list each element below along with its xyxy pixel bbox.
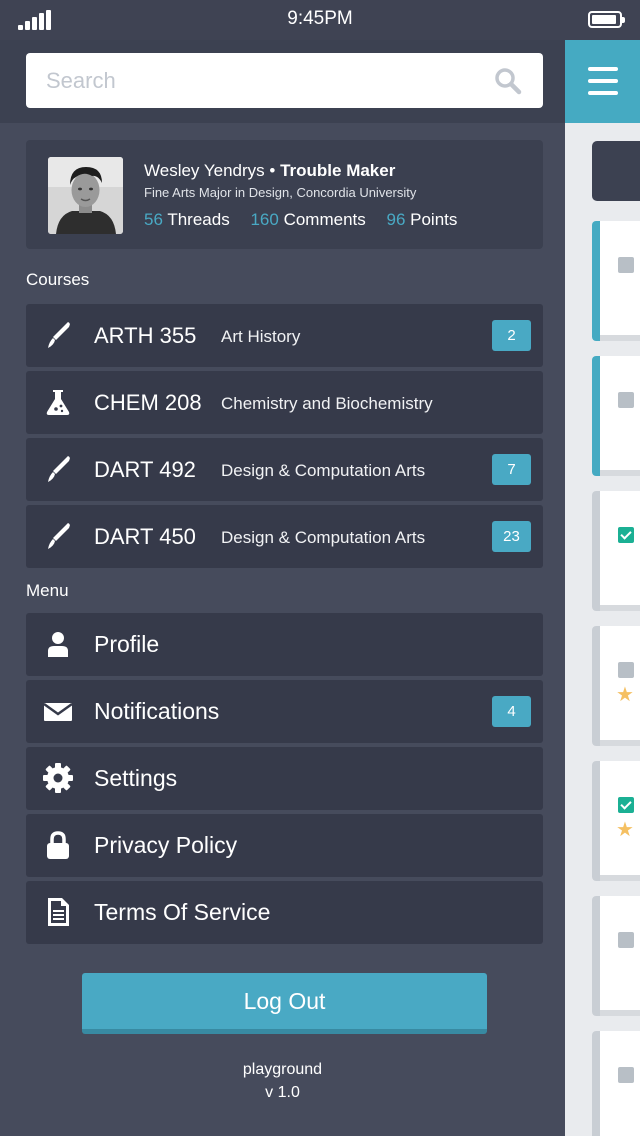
profile-card[interactable]: Wesley Yendrys • Trouble Maker Fine Arts… [26, 140, 543, 249]
checkbox[interactable] [618, 662, 634, 678]
thread-card[interactable] [592, 1031, 640, 1136]
profile-stats: 56 Threads 160 Comments 96 Points [144, 210, 473, 230]
course-code: DART 450 [94, 524, 196, 549]
stat-points[interactable]: 96 Points [386, 210, 457, 229]
menu-label: Settings [94, 765, 178, 791]
status-time: 9:45PM [287, 8, 353, 29]
document-icon [48, 898, 69, 926]
main-content-peek: ★ ★ [565, 40, 640, 1136]
profile-role: Trouble Maker [280, 161, 396, 180]
course-title: Design & Computation Arts [221, 528, 426, 547]
menu-item-profile[interactable]: Profile [26, 613, 543, 676]
course-item-arth-355[interactable]: ARTH 355 Art History 2 [26, 304, 543, 367]
checkbox[interactable] [618, 1067, 634, 1083]
course-title: Chemistry and Biochemistry [221, 394, 433, 413]
content-header-block [592, 141, 640, 201]
menu-item-terms-of-service[interactable]: Terms Of Service [26, 881, 543, 944]
courses-heading: Courses [26, 270, 90, 289]
search-input[interactable] [26, 53, 543, 108]
menu-item-settings[interactable]: Settings [26, 747, 543, 810]
brush-icon [48, 322, 70, 348]
lock-icon [47, 831, 69, 859]
search-bar [0, 40, 565, 123]
brush-icon [48, 456, 70, 482]
checkbox[interactable] [618, 257, 634, 273]
thread-card[interactable] [592, 221, 640, 341]
course-item-dart-492[interactable]: DART 492 Design & Computation Arts 7 [26, 438, 543, 501]
status-bar: 9:45PM [0, 0, 640, 40]
app-name: playground [242, 1061, 323, 1078]
course-badge: 2 [492, 320, 531, 351]
thread-card[interactable] [592, 491, 640, 611]
checkbox[interactable] [618, 392, 634, 408]
hamburger-menu-button[interactable] [565, 40, 640, 123]
course-code: CHEM 208 [94, 390, 202, 415]
course-code: ARTH 355 [94, 323, 197, 348]
menu-item-notifications[interactable]: Notifications 4 [26, 680, 543, 743]
checkbox-checked[interactable] [618, 797, 634, 813]
gear-icon [43, 763, 73, 793]
menu-label: Terms Of Service [94, 899, 271, 925]
star-icon[interactable]: ★ [616, 684, 634, 704]
course-title: Design & Computation Arts [221, 461, 426, 480]
checkbox-checked[interactable] [618, 527, 634, 543]
menu-item-privacy-policy[interactable]: Privacy Policy [26, 814, 543, 877]
notifications-badge: 4 [492, 696, 531, 727]
thread-card[interactable] [592, 896, 640, 1016]
flask-icon [46, 390, 70, 415]
search-icon[interactable] [494, 67, 522, 95]
course-title: Art History [221, 327, 301, 346]
brush-icon [48, 523, 70, 549]
menu-label: Profile [94, 631, 160, 657]
user-icon [48, 632, 68, 657]
side-drawer: Wesley Yendrys • Trouble Maker Fine Arts… [0, 40, 565, 1136]
thread-card[interactable]: ★ [592, 761, 640, 881]
course-item-chem-208[interactable]: CHEM 208 Chemistry and Biochemistry [26, 371, 543, 434]
profile-description: Fine Arts Major in Design, Concordia Uni… [144, 185, 417, 200]
course-item-dart-450[interactable]: DART 450 Design & Computation Arts 23 [26, 505, 543, 568]
envelope-icon [43, 702, 73, 721]
checkbox[interactable] [618, 932, 634, 948]
stat-threads[interactable]: 56 Threads [144, 210, 230, 229]
avatar[interactable] [48, 157, 123, 234]
course-badge: 7 [492, 454, 531, 485]
star-icon[interactable]: ★ [616, 819, 634, 839]
logout-button[interactable]: Log Out [82, 973, 487, 1034]
course-badge: 23 [492, 521, 531, 552]
thread-card[interactable] [592, 356, 640, 476]
profile-name-line: Wesley Yendrys • Trouble Maker [144, 161, 396, 180]
menu-heading: Menu [26, 581, 69, 600]
thread-card[interactable]: ★ [592, 626, 640, 746]
app-version: v 1.0 [265, 1084, 300, 1101]
menu-label: Notifications [94, 698, 220, 724]
course-code: DART 492 [94, 457, 196, 482]
battery-icon [588, 11, 625, 28]
stat-comments[interactable]: 160 Comments [250, 210, 365, 229]
menu-label: Privacy Policy [94, 832, 238, 858]
profile-name: Wesley Yendrys [144, 161, 265, 180]
